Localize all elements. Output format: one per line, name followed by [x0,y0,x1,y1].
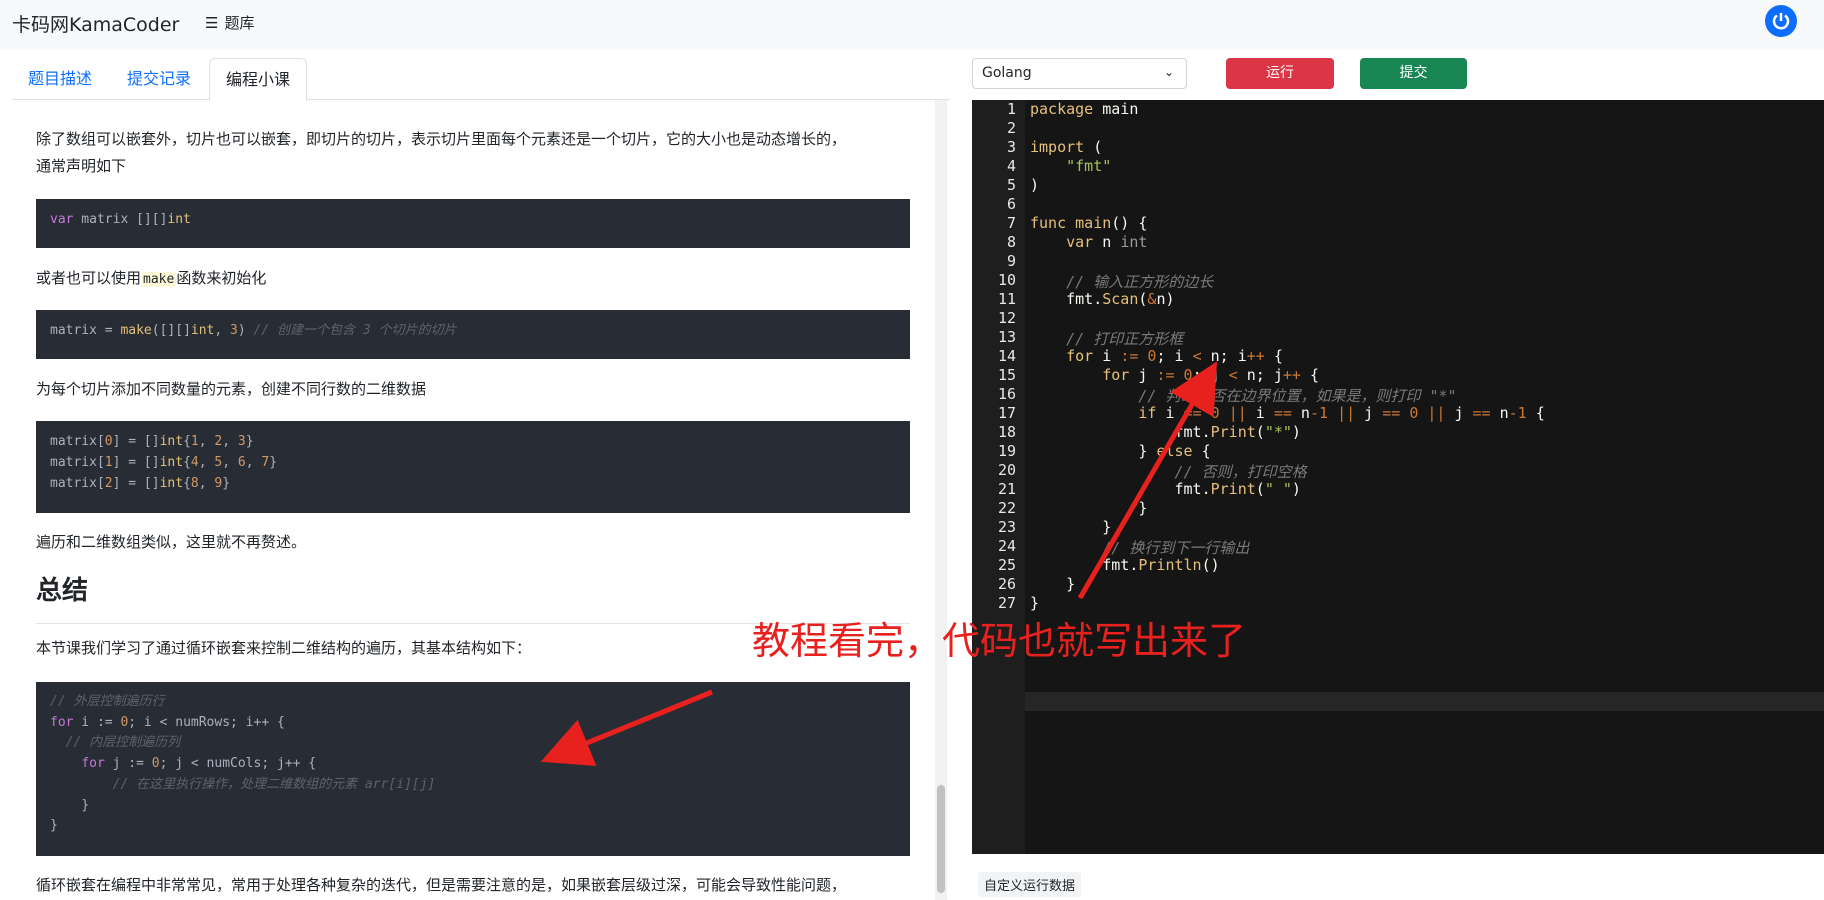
annotation-text: 教程看完，代码也就写出来了 [752,619,1247,663]
annotation-arrows [540,361,1218,767]
arrow-to-editor [1077,361,1218,600]
arrow-to-code-block [540,689,713,767]
